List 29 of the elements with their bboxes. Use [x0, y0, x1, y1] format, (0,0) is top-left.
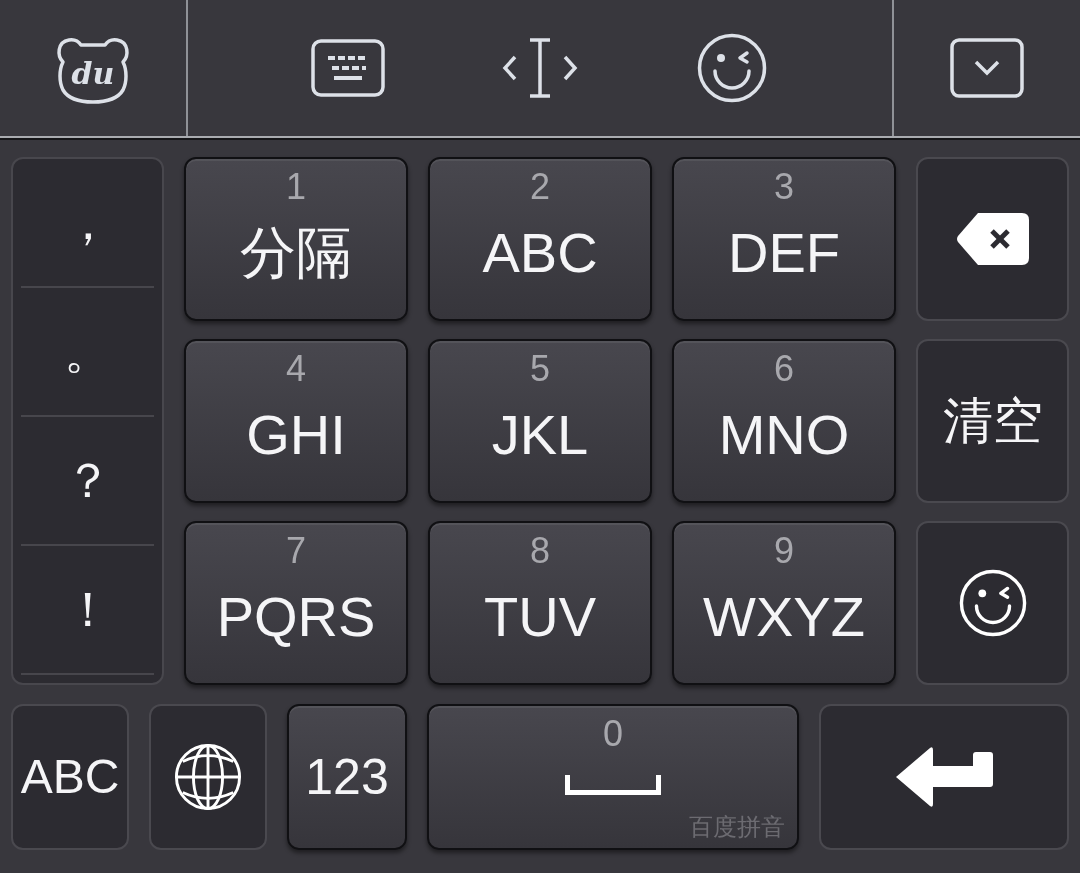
keypad-key[interactable]: 6 MNO — [672, 339, 896, 503]
chevron-down-icon[interactable] — [950, 38, 1024, 98]
keypad-key[interactable]: 3 DEF — [672, 157, 896, 321]
emoji-key[interactable] — [916, 521, 1069, 685]
keypad-key[interactable]: 1 分隔 — [184, 157, 408, 321]
clear-key[interactable]: 清空 — [916, 339, 1069, 503]
alphabet-key[interactable]: ABC — [11, 704, 129, 850]
return-arrow-icon — [895, 747, 993, 807]
punctuation-key[interactable]: ？ — [21, 417, 154, 546]
smiley-icon — [958, 569, 1027, 637]
keyboard-icon[interactable] — [311, 39, 385, 97]
globe-icon — [174, 743, 242, 811]
enter-key[interactable] — [819, 704, 1069, 850]
language-key[interactable] — [149, 704, 267, 850]
punctuation-key[interactable]: 。 — [21, 288, 154, 417]
space-bar-icon — [565, 775, 661, 795]
keypad-key[interactable]: 2 ABC — [428, 157, 652, 321]
keypad-key[interactable]: 4 GHI — [184, 339, 408, 503]
keypad-key[interactable]: 5 JKL — [428, 339, 652, 503]
punctuation-key[interactable]: ， — [21, 159, 154, 288]
numbers-key[interactable]: 123 — [287, 704, 407, 850]
punctuation-key[interactable]: ！ — [21, 546, 154, 675]
text-cursor-icon[interactable] — [501, 37, 579, 99]
backspace-key[interactable] — [916, 157, 1069, 321]
smiley-icon[interactable] — [697, 33, 767, 103]
keypad-key[interactable]: 7 PQRS — [184, 521, 408, 685]
keypad-key[interactable]: 8 TUV — [428, 521, 652, 685]
keypad-key[interactable]: 9 WXYZ — [672, 521, 896, 685]
backspace-icon — [955, 212, 1030, 266]
